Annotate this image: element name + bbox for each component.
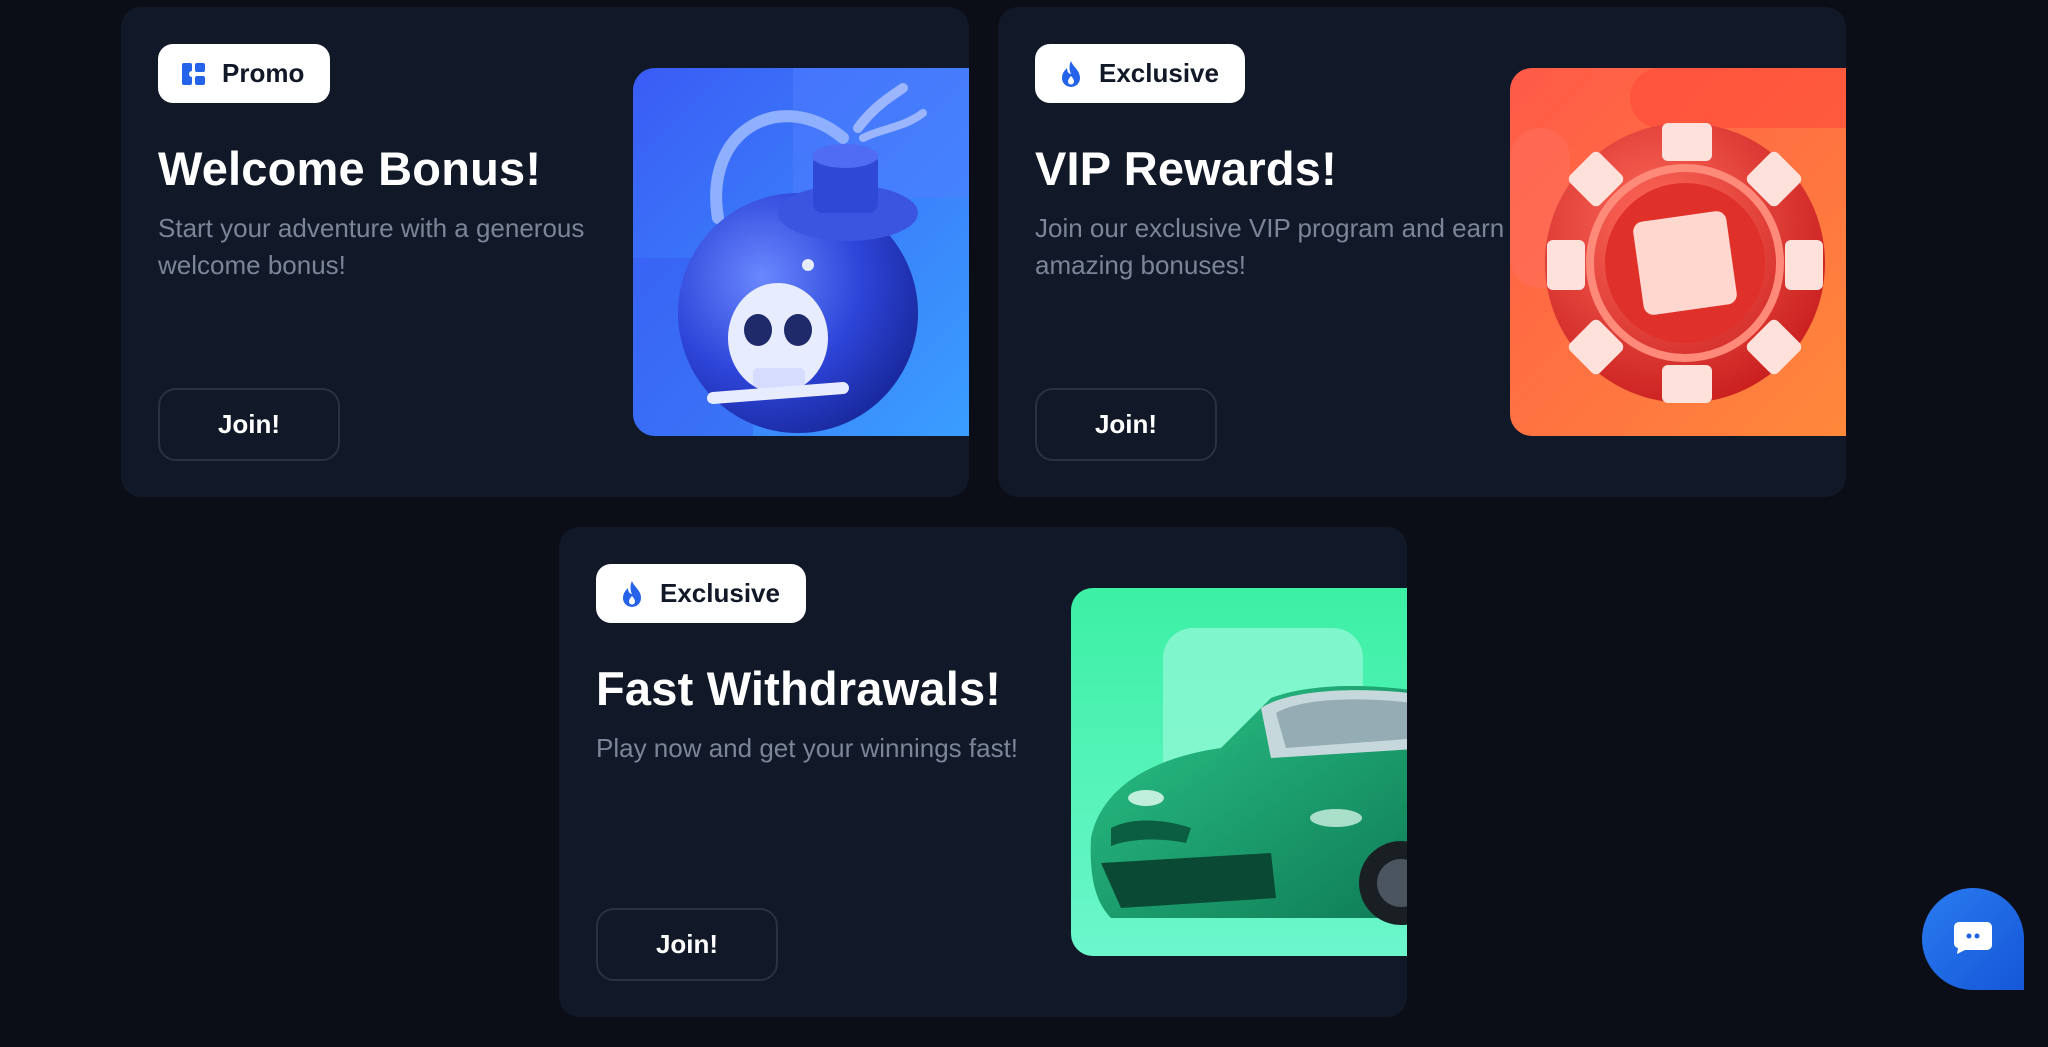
join-button[interactable]: Join! <box>1035 388 1217 461</box>
badge-label: Exclusive <box>1099 58 1219 88</box>
join-button[interactable]: Join! <box>596 908 778 981</box>
join-button[interactable]: Join! <box>158 388 340 461</box>
promo-card-welcome-bonus: Promo Welcome Bonus! Start your adventur… <box>121 7 969 497</box>
card-title: VIP Rewards! <box>1035 142 1337 195</box>
ticket-icon <box>180 60 208 88</box>
exclusive-badge: Exclusive <box>1035 44 1245 103</box>
promotions-page: Promo Welcome Bonus! Start your adventur… <box>0 0 2048 1047</box>
chat-bubble-icon <box>1953 920 1993 959</box>
card-description: Join our exclusive VIP program and earn … <box>1035 213 1505 280</box>
promo-card-vip-rewards: Exclusive VIP Rewards! Join our exclusiv… <box>998 7 1846 497</box>
card-description: Play now and get your winnings fast! <box>596 733 1019 763</box>
flame-icon <box>618 580 646 608</box>
flame-icon <box>1057 60 1085 88</box>
card-description: Start your adventure with a generous wel… <box>158 213 585 280</box>
pirate-bomb-illustration <box>633 68 969 436</box>
badge-label: Exclusive <box>660 578 780 608</box>
card-title: Fast Withdrawals! <box>596 662 1002 715</box>
sports-car-illustration <box>1071 588 1407 956</box>
casino-chip-illustration <box>1510 68 1846 436</box>
promo-card-fast-withdrawals: Exclusive Fast Withdrawals! Play now and… <box>559 527 1407 1017</box>
promo-badge: Promo <box>158 44 331 103</box>
badge-label: Promo <box>222 58 305 88</box>
chat-widget-button[interactable] <box>1922 888 2024 990</box>
exclusive-badge: Exclusive <box>596 564 806 623</box>
card-title: Welcome Bonus! <box>158 142 542 195</box>
